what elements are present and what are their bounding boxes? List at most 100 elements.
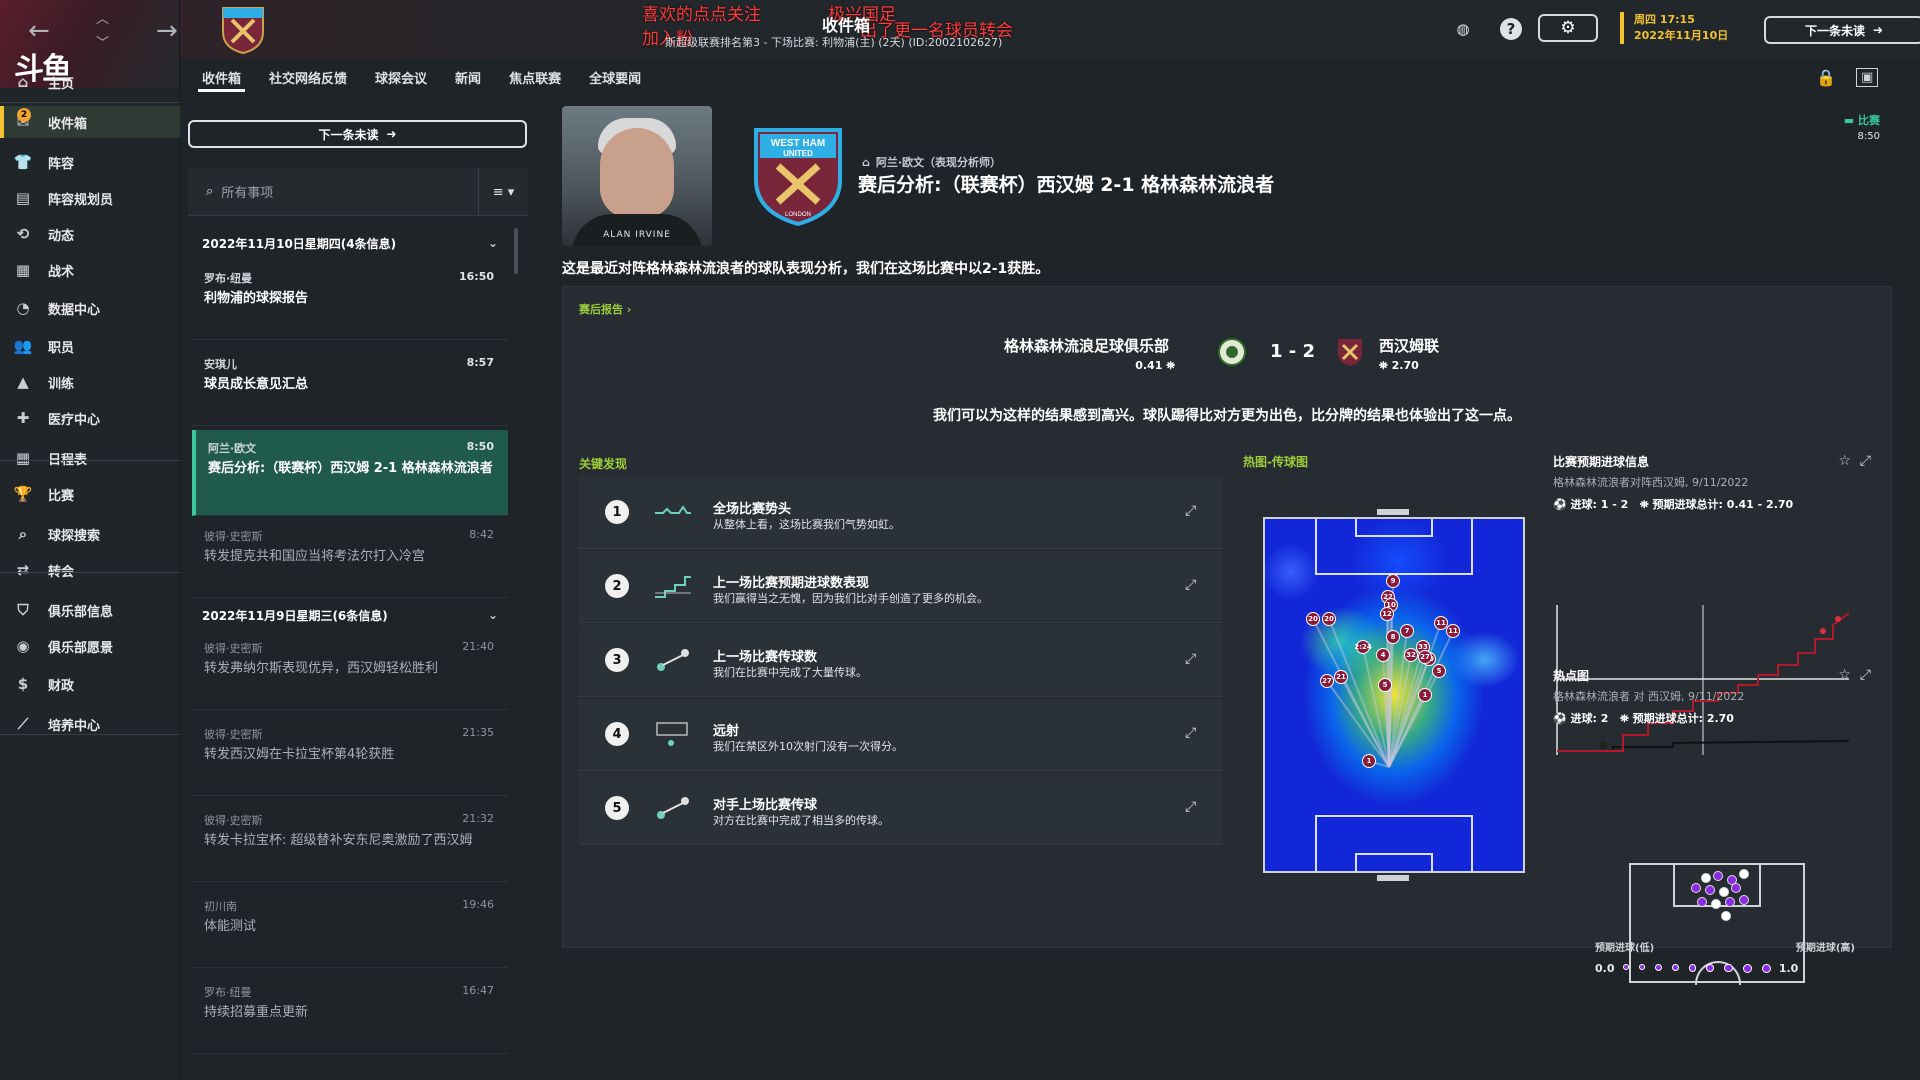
player-position-dot[interactable]: 5 (1432, 664, 1446, 678)
nav-item[interactable]: ⟋ 培养中心 (0, 708, 180, 740)
shot-marker[interactable] (1697, 897, 1707, 907)
nav-item[interactable]: ✉ 2 收件箱 (0, 106, 180, 138)
shot-marker[interactable] (1725, 897, 1735, 907)
nav-item[interactable]: ◔ 数据中心 (0, 292, 180, 324)
nav-item[interactable]: ▦ 战术 (0, 254, 180, 286)
tab-4[interactable]: 焦点联赛 (495, 62, 575, 92)
settings-button[interactable]: ⚙ (1538, 14, 1598, 42)
nav-item[interactable]: 👕 阵容 (0, 146, 180, 178)
player-position-dot[interactable]: 21 (1334, 670, 1348, 684)
expand-icon[interactable]: ⤢ (1860, 667, 1871, 683)
player-position-dot[interactable]: 12 (1380, 607, 1394, 621)
nav-item[interactable]: ▲ 训练 (0, 366, 180, 398)
continue-button[interactable]: 下一条未读 ➜ (1764, 16, 1920, 44)
message-item[interactable]: 彼得·史密斯 转发弗纳尔斯表现优异，西汉姆轻松胜利 21:40 (192, 630, 508, 710)
heatmap-pass-map[interactable]: 92210122020113378112:24432105272721511 (1263, 517, 1525, 873)
day-group-header[interactable]: 2022年11月10日星期四(4条信息) ⌄ (188, 228, 508, 258)
star-icon[interactable]: ☆ (1838, 667, 1851, 683)
fullscreen-icon[interactable]: ▣ (1856, 68, 1879, 87)
shot-marker[interactable] (1705, 885, 1715, 895)
expand-icon[interactable]: ⤢ (1860, 453, 1871, 469)
globe-icon[interactable]: ◍ (1452, 18, 1474, 40)
nav-item[interactable]: ⟲ 动态 (0, 218, 180, 250)
chevron-up-icon[interactable]: ︿ (96, 8, 109, 27)
nav-item[interactable]: ▦ 日程表 (0, 442, 180, 474)
nav-item[interactable]: 🏆 比赛 (0, 478, 180, 510)
expand-icon[interactable]: ⤢ (1185, 503, 1196, 519)
message-item[interactable]: 彼得·史密斯 转发卡拉宝杯: 超级替补安东尼奥激励了西汉姆 21:32 (192, 802, 508, 882)
sender-avatar[interactable]: ALAN IRVINE (562, 106, 712, 246)
filter-dropdown[interactable]: ≡ ▾ (478, 168, 528, 216)
player-position-dot[interactable]: 32 (1404, 648, 1418, 662)
player-position-dot[interactable]: 20 (1306, 612, 1320, 626)
shot-marker[interactable] (1701, 873, 1711, 883)
nav-item[interactable]: 👥 职员 (0, 330, 180, 362)
chevron-down-icon[interactable]: ⌄ (488, 608, 498, 622)
expand-icon[interactable]: ⤢ (1185, 651, 1196, 667)
home-team-name[interactable]: 格林森林流浪足球俱乐部 (1004, 335, 1169, 356)
nav-item[interactable]: ◉ 俱乐部愿景 (0, 630, 180, 662)
shot-marker[interactable] (1691, 883, 1701, 893)
nav-item[interactable]: ⌂ 主页 (0, 66, 180, 98)
message-item[interactable]: 彼得·史密斯 转发西汉姆在卡拉宝杯第4轮获胜 21:35 (192, 716, 508, 796)
expand-icon[interactable]: ⤢ (1185, 725, 1196, 741)
key-finding[interactable]: 1 全场比赛势头 从整体上看，这场比赛我们气势如虹。 ⤢ (579, 477, 1223, 549)
scrollbar[interactable] (514, 228, 518, 274)
star-icon[interactable]: ☆ (1838, 453, 1851, 469)
player-position-dot[interactable]: 5 (1378, 678, 1392, 692)
message-item[interactable]: 初川南 体能测试 19:46 (192, 888, 508, 968)
tab-5[interactable]: 全球要闻 (575, 62, 655, 92)
key-finding[interactable]: 3 上一场比赛传球数 我们在比赛中完成了大量传球。 ⤢ (579, 625, 1223, 697)
nav-item[interactable]: $ 财政 (0, 668, 180, 700)
player-position-dot[interactable]: 27 (1320, 674, 1334, 688)
tab-3[interactable]: 新闻 (441, 62, 495, 92)
shot-marker[interactable] (1713, 871, 1723, 881)
match-tag[interactable]: ▬ 比赛 8:50 (1844, 112, 1880, 142)
message-item[interactable]: 罗布·纽曼 持续招募重点更新 16:47 (192, 974, 508, 1054)
message-item[interactable]: 安琪儿 球员成长意见汇总 8:57 (192, 346, 508, 426)
player-position-dot[interactable]: 1 (1418, 688, 1432, 702)
day-group-header[interactable]: 2022年11月9日星期三(6条信息) ⌄ (188, 600, 508, 630)
nav-item[interactable]: ✚ 医疗中心 (0, 402, 180, 434)
expand-icon[interactable]: ⤢ (1185, 799, 1196, 815)
nav-item[interactable]: ▤ 阵容规划员 (0, 182, 180, 214)
message-item[interactable]: 阿兰·欧文 赛后分析:（联赛杯）西汉姆 2-1 格林森林流浪者 8:50 (192, 430, 508, 516)
chevron-down-icon[interactable]: ﹀ (96, 32, 109, 51)
shot-marker[interactable] (1711, 899, 1721, 909)
player-position-dot[interactable]: 7 (1400, 624, 1414, 638)
match-report-link[interactable]: 赛后报告 › (579, 301, 631, 317)
player-position-dot[interactable]: 2:24 (1354, 640, 1372, 654)
player-position-dot[interactable]: 27 (1418, 650, 1432, 664)
sender-name[interactable]: 阿兰·欧文（表现分析师） (876, 156, 1001, 169)
shot-marker[interactable] (1731, 883, 1741, 893)
shot-marker[interactable] (1721, 911, 1731, 921)
expand-icon[interactable]: ⤢ (1185, 577, 1196, 593)
tab-1[interactable]: 社交网络反馈 (255, 62, 361, 92)
message-item[interactable]: 彼得·史密斯 转发提克共和国应当将考法尔打入冷宫 8:42 (192, 518, 508, 598)
nav-item[interactable]: ⌕ 球探搜索 (0, 518, 180, 550)
lock-icon[interactable]: 🔒 (1816, 68, 1836, 87)
next-unread-button[interactable]: 下一条未读 ➜ (188, 120, 527, 148)
key-finding[interactable]: 4 远射 我们在禁区外10次射门没有一次得分。 ⤢ (579, 699, 1223, 771)
help-icon[interactable]: ? (1500, 18, 1522, 40)
nav-item[interactable]: ⛉ 俱乐部信息 (0, 594, 180, 626)
back-arrow-icon[interactable]: ← (28, 16, 50, 46)
player-position-dot[interactable]: 8 (1386, 630, 1400, 644)
shot-marker[interactable] (1719, 887, 1729, 897)
forward-arrow-icon[interactable]: → (156, 16, 178, 46)
nav-item[interactable]: ⇄ 转会 (0, 554, 180, 586)
player-position-dot[interactable]: 1 (1362, 754, 1376, 768)
player-position-dot[interactable]: 9 (1386, 574, 1400, 588)
tab-2[interactable]: 球探会议 (361, 62, 441, 92)
west-ham-crest-icon[interactable] (220, 6, 266, 54)
chevron-down-icon[interactable]: ⌄ (488, 236, 498, 250)
message-search[interactable]: ⌕ 所有事项 ≡ ▾ (188, 168, 528, 216)
player-position-dot[interactable]: 4 (1376, 648, 1390, 662)
player-position-dot[interactable]: 11 (1446, 624, 1460, 638)
tab-0[interactable]: 收件箱 (188, 62, 255, 92)
shot-marker[interactable] (1739, 895, 1749, 905)
search-input[interactable]: 所有事项 (221, 182, 273, 201)
message-item[interactable]: 罗布·纽曼 利物浦的球探报告 16:50 (192, 260, 508, 340)
game-date[interactable]: 周四 17:15 2022年11月10日 (1620, 12, 1728, 44)
key-finding[interactable]: 5 对手上场比赛传球 对方在比赛中完成了相当多的传球。 ⤢ (579, 773, 1223, 845)
